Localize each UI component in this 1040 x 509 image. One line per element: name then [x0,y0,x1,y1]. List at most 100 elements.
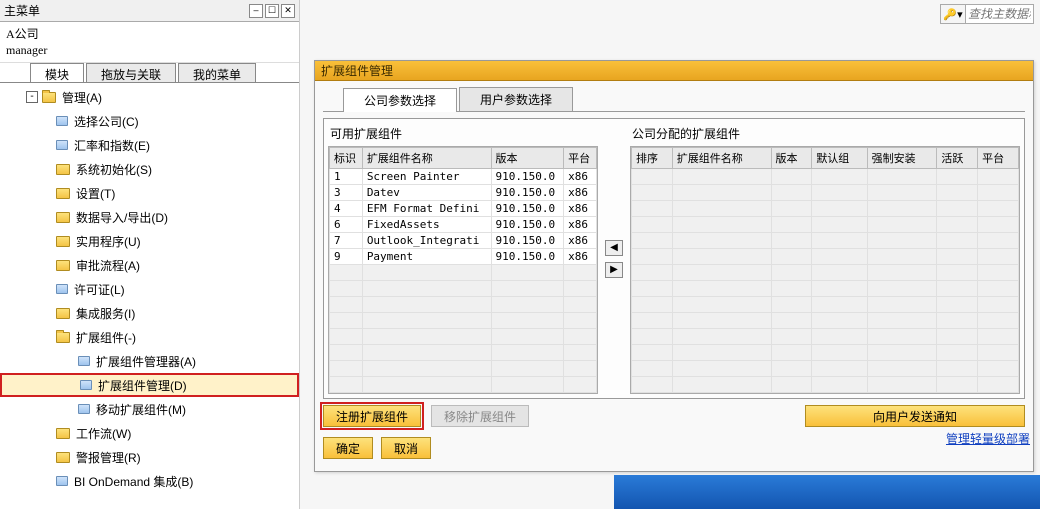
folder-icon [56,332,70,343]
folder-icon [56,212,70,223]
item-icon [56,284,68,294]
cancel-button[interactable]: 取消 [381,437,431,459]
tree-node[interactable]: 许可证(L) [0,277,299,301]
table-row[interactable] [632,265,1019,281]
col-header: 活跃 [937,148,978,169]
panel-title: 主菜单 [4,2,40,19]
tab-company-params[interactable]: 公司参数选择 [343,88,457,112]
tree-node[interactable]: 工作流(W) [0,421,299,445]
ok-button[interactable]: 确定 [323,437,373,459]
navigation-tree: -管理(A)选择公司(C) 汇率和指数(E) 系统初始化(S) 设置(T) 数据导入/导… [0,83,299,509]
addon-manager-window: 扩展组件管理 公司参数选择 用户参数选择 可用扩展组件 标识扩展组件名称版本平台… [314,60,1034,472]
table-row[interactable] [632,185,1019,201]
table-row[interactable]: 9Payment910.150.0x86 [330,249,597,265]
send-notify-button[interactable]: 向用户发送通知 [805,405,1025,427]
tree-node[interactable]: 扩展组件管理器(A) [0,349,299,373]
tree-node[interactable]: 汇率和指数(E) [0,133,299,157]
tree-label: 审批流程(A) [76,257,140,274]
tree-label: 系统初始化(S) [76,161,152,178]
tree-label: 警报管理(R) [76,449,141,466]
window-title: 扩展组件管理 [315,61,1033,81]
tree-node[interactable]: 扩展组件管理(D) [0,373,299,397]
user-name: manager [6,42,293,58]
tree-node[interactable]: BI OnDemand 集成(B) [0,469,299,493]
folder-icon [56,164,70,175]
tree-node[interactable]: -管理(A) [0,85,299,109]
tree-node[interactable]: 系统初始化(S) [0,157,299,181]
table-row[interactable] [632,281,1019,297]
lightweight-deploy-link[interactable]: 管理轻量级部署 [946,430,1030,447]
item-icon [80,380,92,390]
table-row[interactable] [632,249,1019,265]
close-btn[interactable]: ✕ [281,4,295,18]
table-row[interactable] [632,297,1019,313]
minimize-btn[interactable]: ‒ [249,4,263,18]
col-header: 标识 [330,148,363,169]
col-header: 版本 [771,148,812,169]
table-row[interactable] [632,361,1019,377]
table-row[interactable] [632,233,1019,249]
folder-icon [56,260,70,271]
table-row[interactable] [632,201,1019,217]
col-header: 默认组 [812,148,867,169]
col-header: 排序 [632,148,673,169]
table-row[interactable]: 1Screen Painter910.150.0x86 [330,169,597,185]
col-header: 平台 [978,148,1019,169]
tree-node[interactable]: 警报管理(R) [0,445,299,469]
folder-icon [56,452,70,463]
tree-label: 数据导入/导出(D) [76,209,168,226]
col-header: 平台 [564,148,597,169]
tree-label: 扩展组件(-) [76,329,136,346]
tab-mymenu[interactable]: 我的菜单 [178,63,256,82]
tree-node[interactable]: 实用程序(U) [0,229,299,253]
tree-node[interactable]: 选择公司(C) [0,109,299,133]
item-icon [56,140,68,150]
move-right-btn[interactable]: ▶ [605,262,623,278]
table-row[interactable]: 4EFM Format Defini910.150.0x86 [330,201,597,217]
col-header: 版本 [491,148,564,169]
tree-node[interactable]: 集成服务(I) [0,301,299,325]
move-left-btn[interactable]: ◀ [605,240,623,256]
table-row[interactable] [632,329,1019,345]
item-icon [78,356,90,366]
tree-node[interactable]: 设置(T) [0,181,299,205]
key-icon[interactable]: 🔑▾ [940,4,966,24]
table-row[interactable] [632,217,1019,233]
folder-icon [56,308,70,319]
table-row[interactable]: 6FixedAssets910.150.0x86 [330,217,597,233]
item-icon [56,116,68,126]
table-row[interactable] [632,313,1019,329]
tab-dragdrop[interactable]: 拖放与关联 [86,63,176,82]
table-row[interactable]: 3Datev910.150.0x86 [330,185,597,201]
company-name: A公司 [6,26,293,42]
search-input[interactable] [966,4,1034,24]
maximize-btn[interactable]: ☐ [265,4,279,18]
tree-node[interactable]: 审批流程(A) [0,253,299,277]
available-addons-grid[interactable]: 标识扩展组件名称版本平台1Screen Painter910.150.0x863… [328,146,598,394]
register-addon-button[interactable]: 注册扩展组件 [323,405,421,427]
folder-icon [56,236,70,247]
tree-node[interactable]: 数据导入/导出(D) [0,205,299,229]
tab-modules[interactable]: 模块 [30,63,84,82]
assigned-addons-grid[interactable]: 排序扩展组件名称版本默认组强制安装活跃平台 [630,146,1020,394]
tree-node[interactable]: 移动扩展组件(M) [0,397,299,421]
tree-label: 许可证(L) [74,281,125,298]
tree-label: 汇率和指数(E) [74,137,150,154]
item-icon [56,476,68,486]
tree-label: 设置(T) [76,185,115,202]
table-row[interactable] [632,169,1019,185]
tree-label: 扩展组件管理器(A) [96,353,196,370]
table-row[interactable]: 7Outlook_Integrati910.150.0x86 [330,233,597,249]
content-area: 🔑▾ 扩展组件管理 公司参数选择 用户参数选择 可用扩展组件 标识扩展组件名称版… [300,0,1040,509]
taskbar-strip [614,475,1040,509]
tree-label: 实用程序(U) [76,233,141,250]
tree-label: 扩展组件管理(D) [98,377,187,394]
folder-icon [56,428,70,439]
tree-node[interactable]: 扩展组件(-) [0,325,299,349]
folder-icon [56,188,70,199]
remove-addon-button[interactable]: 移除扩展组件 [431,405,529,427]
table-row[interactable] [632,377,1019,393]
table-row[interactable] [632,345,1019,361]
tab-user-params[interactable]: 用户参数选择 [459,87,573,111]
module-tabs: 模块 拖放与关联 我的菜单 [0,63,299,83]
